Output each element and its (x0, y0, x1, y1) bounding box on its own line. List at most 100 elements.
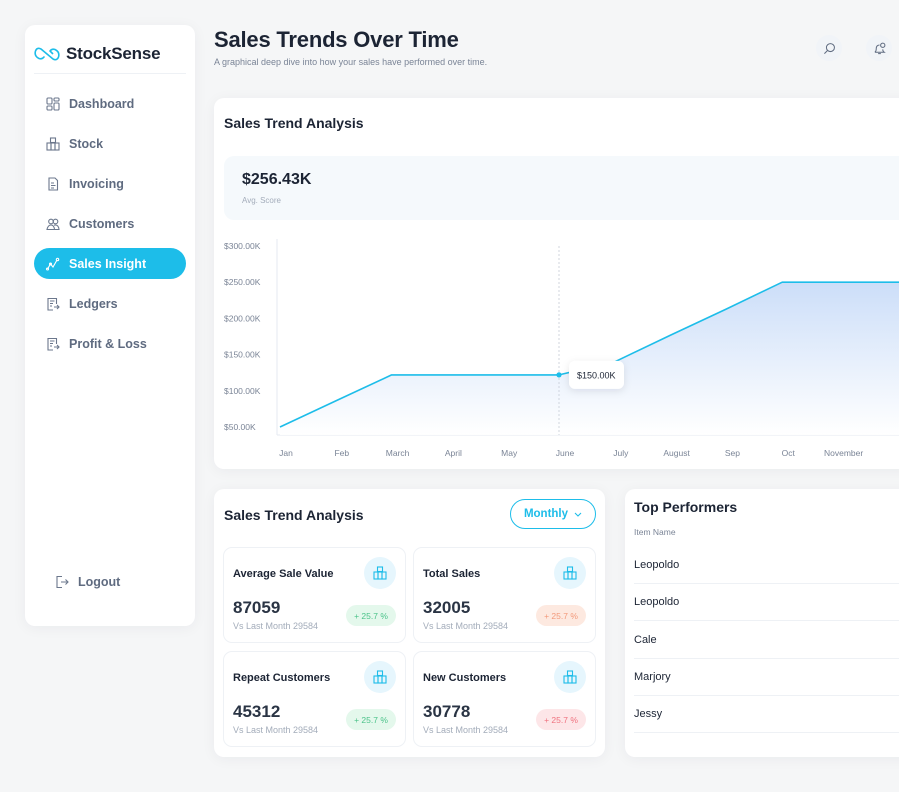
table-row[interactable]: Leopoldo (634, 584, 899, 622)
table-row[interactable]: Marjory (634, 659, 899, 696)
y-tick-label: $100.00K (224, 386, 261, 396)
kpi-value: 30778 (423, 702, 471, 721)
boxes-icon (373, 566, 387, 580)
period-dropdown[interactable]: Monthly (510, 499, 596, 529)
logout-icon (56, 575, 69, 588)
sales-trend-chart[interactable]: $50.00K $100.00K $150.00K $200.00K $250.00K $… (214, 98, 899, 469)
x-tick-label: November (824, 448, 863, 458)
kpi-icon-badge (364, 557, 396, 589)
y-tick-label: $150.00K (224, 350, 261, 360)
y-tick-label: $300.00K (224, 241, 261, 251)
item-name: Marjory (634, 670, 671, 683)
sidebar-item-label: Stock (69, 136, 104, 151)
sidebar-item-ledgers[interactable]: Ledgers (34, 288, 186, 319)
table-row[interactable]: Cale (634, 622, 899, 659)
page-subtitle: A graphical deep dive into how your sale… (214, 57, 488, 67)
y-tick-label: $200.00K (224, 313, 261, 323)
item-name: Jessy (634, 708, 663, 721)
sidebar-item-dashboard[interactable]: Dashboard (34, 88, 186, 119)
x-tick-label: May (501, 448, 518, 458)
notifications-button[interactable] (866, 35, 892, 61)
logout-label: Logout (78, 574, 121, 589)
x-tick-label: Jan (279, 448, 293, 458)
kpi-card[interactable]: Total Sales 32005 Vs Last Month 29584 + 25.… (413, 547, 596, 643)
y-tick-label: $50.00K (224, 422, 256, 432)
search-button[interactable] (816, 35, 842, 61)
chart-tooltip: $150.00K (569, 360, 624, 389)
page-title: Sales Trends Over Time (214, 27, 459, 52)
x-tick-label: Oct (782, 448, 796, 458)
brand-name: StockSense (66, 44, 161, 63)
sidebar: StockSense Dashboard Stock Invoicing Cus… (25, 25, 195, 626)
y-tick-label: $250.00K (224, 277, 261, 287)
sidebar-item-stock[interactable]: Stock (34, 128, 186, 159)
sidebar-nav: Dashboard Stock Invoicing Customers Sale… (25, 88, 195, 359)
x-tick-label: Sep (725, 448, 740, 458)
kpi-card[interactable]: Repeat Customers 45312 Vs Last Month 29584… (223, 651, 406, 747)
x-tick-label: June (556, 448, 575, 458)
kpi-value: 45312 (233, 702, 281, 721)
kpi-change-badge: + 25.7 % (346, 709, 396, 730)
kpi-comparison: Vs Last Month 29584 (423, 725, 509, 735)
item-name: Cale (634, 633, 657, 646)
kpi-value: 32005 (423, 598, 471, 617)
divider (34, 73, 186, 74)
kpi-change-badge: + 25.7 % (346, 605, 396, 626)
document-icon (48, 176, 59, 191)
x-tick-label: August (663, 448, 690, 458)
kpi-label: New Customers (423, 672, 507, 684)
table-row[interactable]: Leopoldo (634, 547, 899, 584)
kpi-value: 87059 (233, 598, 281, 617)
data-point[interactable] (556, 372, 562, 378)
kpi-card[interactable]: Average Sale Value 87059 Vs Last Month 295… (223, 547, 406, 643)
brand[interactable]: StockSense (25, 25, 195, 73)
boxes-icon (563, 566, 577, 580)
trend-icon (46, 257, 60, 271)
kpi-icon-badge (554, 661, 586, 693)
x-tick-label: March (386, 448, 410, 458)
sidebar-item-label: Profit & Loss (69, 336, 147, 351)
notification-bell-icon (874, 42, 886, 54)
sidebar-item-label: Dashboard (69, 96, 135, 111)
sales-trend-chart-card: Sales Trend Analysis $256.43K Avg. Score… (214, 98, 899, 469)
search-icon (823, 42, 835, 54)
sidebar-item-profit-loss[interactable]: Profit & Loss (34, 328, 186, 359)
kpi-label: Total Sales (423, 568, 481, 580)
x-tick-label: Feb (334, 448, 349, 458)
report-icon (47, 337, 60, 351)
sidebar-item-label: Invoicing (69, 176, 124, 191)
kpi-label: Repeat Customers (233, 672, 331, 684)
boxes-icon (373, 670, 387, 684)
kpi-label: Average Sale Value (233, 568, 334, 580)
sidebar-item-invoicing[interactable]: Invoicing (34, 168, 186, 199)
kpi-change-badge: + 25.7 % (536, 709, 586, 730)
kpi-card[interactable]: New Customers 30778 Vs Last Month 29584 + 2… (413, 651, 596, 747)
sidebar-item-label: Customers (69, 216, 135, 231)
kpi-section-title: Sales Trend Analysis (224, 507, 364, 523)
kpi-comparison: Vs Last Month 29584 (423, 621, 509, 631)
kpi-section: Sales Trend Analysis Monthly Average Sal… (214, 489, 605, 757)
chevron-down-icon (574, 512, 582, 517)
tooltip-value: $150.00K (577, 370, 616, 380)
item-name: Leopoldo (634, 596, 680, 609)
users-icon (46, 218, 60, 230)
x-tick-label: April (445, 448, 462, 458)
grid-icon (46, 96, 60, 111)
sidebar-item-label: Ledgers (69, 296, 118, 311)
item-name: Leopoldo (634, 559, 680, 571)
kpi-icon-badge (364, 661, 396, 693)
logout-button[interactable]: Logout (43, 566, 193, 597)
top-performers-title: Top Performers (634, 499, 738, 515)
sales-area-fill (280, 282, 899, 435)
infinity-link-icon (34, 47, 60, 61)
table-row[interactable]: Jessy (634, 696, 899, 734)
sidebar-item-sales-insight[interactable]: Sales Insight (34, 248, 186, 279)
kpi-icon-badge (554, 557, 586, 589)
sidebar-item-customers[interactable]: Customers (34, 208, 186, 239)
boxes-icon (563, 670, 577, 684)
column-header-item-name: Item Name (634, 527, 676, 537)
ledger-icon (47, 297, 60, 311)
period-value: Monthly (523, 508, 569, 520)
kpi-comparison: Vs Last Month 29584 (233, 621, 319, 631)
kpi-change-badge: + 25.7 % (536, 605, 586, 626)
